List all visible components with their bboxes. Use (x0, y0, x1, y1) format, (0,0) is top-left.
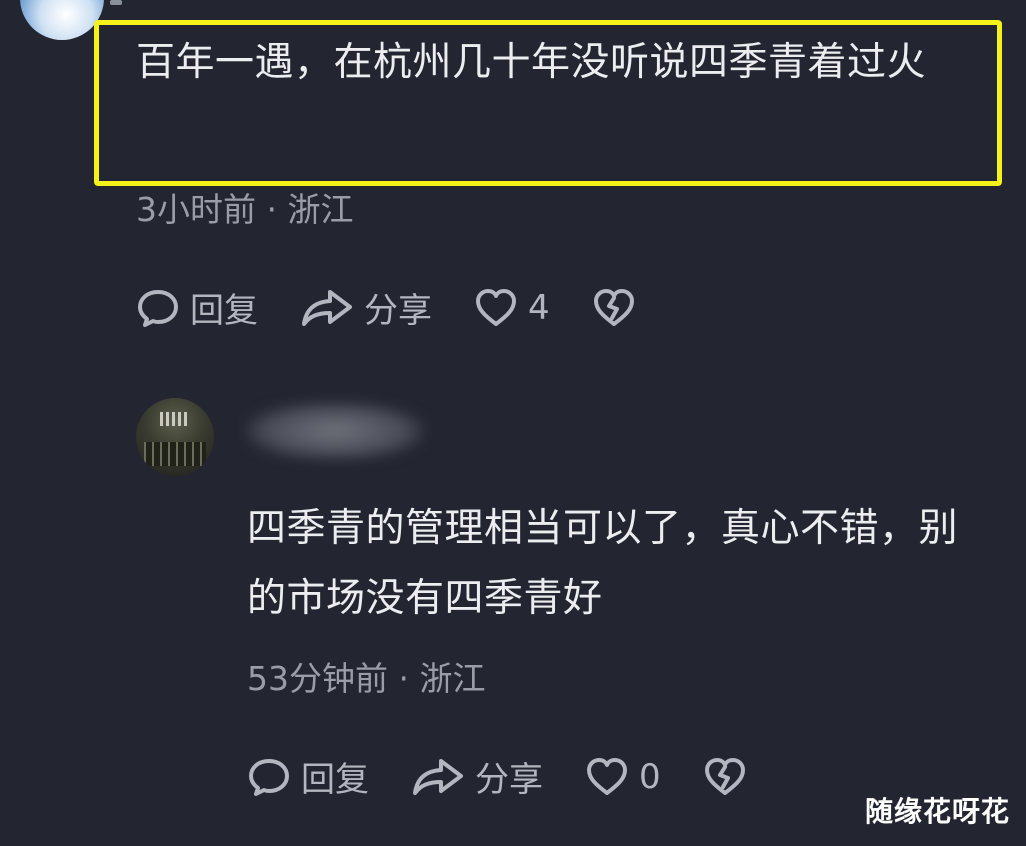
comment-1-text: 百年一遇，在杭州几十年没听说四季青着过火 (136, 40, 927, 85)
reply-button[interactable]: 回复 (247, 752, 369, 801)
reply-label: 回复 (190, 291, 258, 331)
comment-2-actions: 回复 分享 0 (247, 752, 789, 801)
share-button[interactable]: 分享 (411, 752, 543, 801)
comment-1-meta: 3小时前 · 浙江 (136, 190, 354, 229)
reply-label: 回复 (301, 760, 369, 800)
dislike-button[interactable] (592, 288, 636, 328)
watermark-text: 随缘花呀花 (864, 795, 1010, 828)
comment-1-actions: 回复 分享 4 (136, 283, 678, 332)
blurred-username (246, 402, 424, 460)
broken-heart-icon (593, 288, 634, 326)
comment-bubble-icon (249, 758, 289, 796)
share-label: 分享 (364, 291, 432, 331)
share-label: 分享 (475, 760, 543, 800)
like-button[interactable]: 4 (474, 288, 550, 328)
share-arrow-icon (413, 758, 463, 795)
share-button[interactable]: 分享 (300, 283, 432, 332)
comment-2-text: 四季青的管理相当可以了，真心不错，别的市场没有四季青好 (247, 506, 959, 621)
like-count: 4 (528, 287, 550, 328)
comment-2-meta: 53分钟前 · 浙江 (247, 659, 486, 698)
top-username-fragment (110, 0, 122, 5)
share-arrow-icon (302, 289, 352, 326)
broken-heart-icon (704, 757, 745, 795)
reply-button[interactable]: 回复 (136, 283, 258, 332)
comment-thread: 百年一遇，在杭州几十年没听说四季青着过火 3小时前 · 浙江 回复 分享 4 四… (0, 0, 1026, 846)
reply-user-avatar[interactable] (136, 398, 214, 476)
dislike-button[interactable] (703, 757, 747, 797)
like-button[interactable]: 0 (585, 757, 661, 797)
comment-bubble-icon (138, 289, 178, 327)
like-count: 0 (639, 756, 661, 797)
heart-icon (587, 757, 627, 795)
top-user-avatar[interactable] (20, 0, 104, 40)
heart-icon (476, 288, 516, 326)
